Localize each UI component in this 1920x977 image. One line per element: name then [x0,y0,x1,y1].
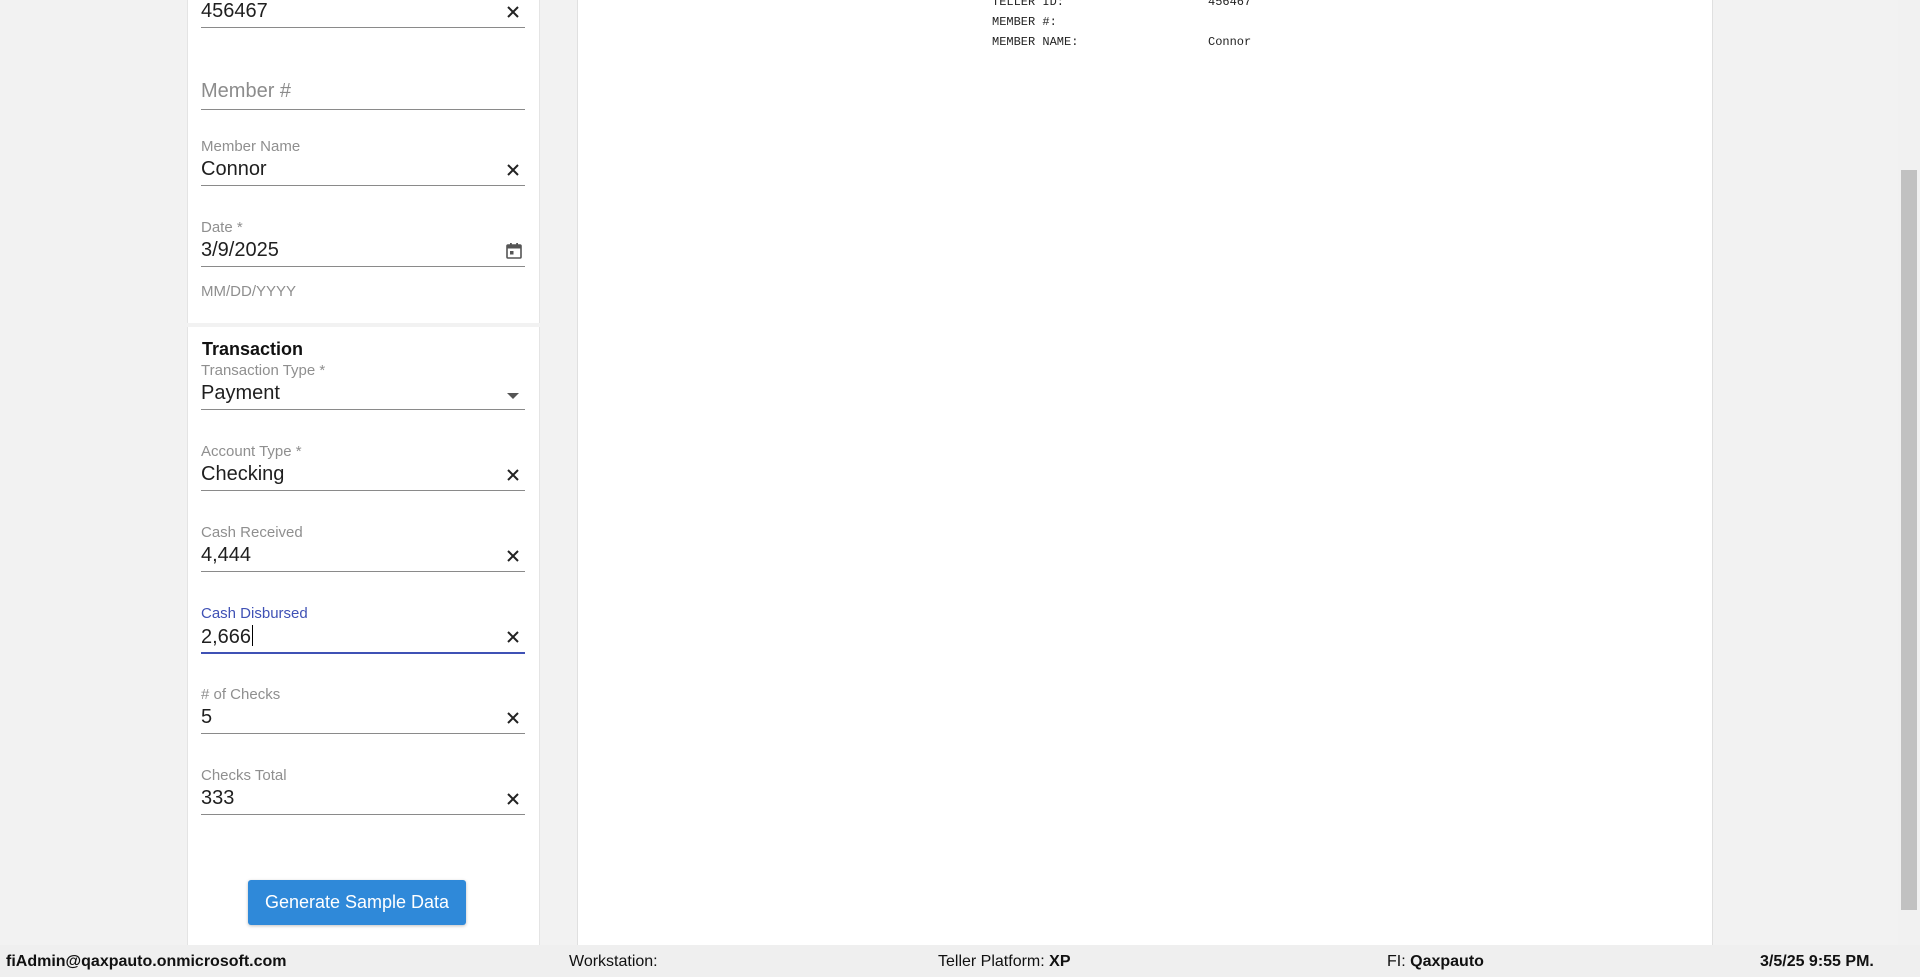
receipt-member-number-label: MEMBER #: [992,15,1057,29]
close-icon[interactable] [505,4,521,20]
cash-received-input[interactable]: 4,444 [201,544,251,567]
checks-total-underline [201,814,525,815]
account-type-input[interactable]: Checking [201,463,284,486]
member-name-label: Member Name [201,138,301,155]
date-input[interactable]: 3/9/2025 [201,239,279,262]
checks-total-input[interactable]: 333 [201,787,234,810]
receipt-member-name-label: MEMBER NAME: [992,35,1079,49]
num-checks-input[interactable]: 5 [201,706,212,729]
close-icon[interactable] [505,629,521,645]
generate-sample-data-button[interactable]: Generate Sample Data [248,880,466,925]
status-bar: fiAdmin@qaxpauto.onmicrosoft.com Worksta… [0,945,1920,977]
date-label: Date * [201,219,243,236]
status-datetime: 3/5/25 9:55 PM. [1760,953,1874,970]
fi-label: FI: [1387,953,1406,970]
cash-disbursed-underline [201,652,525,654]
transaction-type-underline [201,409,525,410]
status-user: fiAdmin@qaxpauto.onmicrosoft.com [6,953,287,970]
cash-disbursed-input[interactable]: 2,666 [201,625,254,649]
status-platform: Teller Platform: XP [938,953,1071,971]
scrollbar-thumb[interactable] [1901,170,1917,910]
transaction-section-title: Transaction [202,339,304,359]
member-number-placeholder[interactable]: Member # [201,80,291,103]
date-underline [201,266,525,267]
cash-received-underline [201,571,525,572]
num-checks-underline [201,733,525,734]
cash-disbursed-value: 2,666 [201,626,252,648]
teller-id-underline [201,27,525,28]
caret-down-icon[interactable] [505,388,521,404]
receipt-teller-id-label: TELLER ID: [992,0,1065,9]
platform-value: XP [1049,953,1071,970]
close-icon[interactable] [505,791,521,807]
status-workstation: Workstation: [569,953,658,971]
transaction-type-label: Transaction Type * [201,362,326,379]
platform-label: Teller Platform: [938,953,1045,970]
cash-disbursed-label: Cash Disbursed [201,605,308,622]
text-caret [252,625,254,646]
fi-value: Qaxpauto [1410,953,1484,970]
transaction-type-value[interactable]: Payment [201,382,280,405]
checks-total-label: Checks Total [201,767,287,784]
member-name-underline [201,185,525,186]
num-checks-label: # of Checks [201,686,281,703]
member-name-input[interactable]: Connor [201,158,267,181]
account-type-label: Account Type * [201,443,302,460]
date-helper-text: MM/DD/YYYY [201,283,297,300]
receipt-preview [577,0,1713,945]
close-icon[interactable] [505,548,521,564]
calendar-icon[interactable] [505,242,523,260]
close-icon[interactable] [505,162,521,178]
workstation-label: Workstation: [569,953,658,970]
receipt-member-name-value: Connor [1208,35,1252,49]
close-icon[interactable] [505,467,521,483]
card-separator [187,323,540,327]
cash-received-label: Cash Received [201,524,303,541]
close-icon[interactable] [505,710,521,726]
receipt-teller-id-value: 456467 [1208,0,1252,9]
account-type-underline [201,490,525,491]
member-number-underline [201,109,525,110]
status-fi: FI: Qaxpauto [1387,953,1484,971]
teller-id-value[interactable]: 456467 [201,0,268,23]
